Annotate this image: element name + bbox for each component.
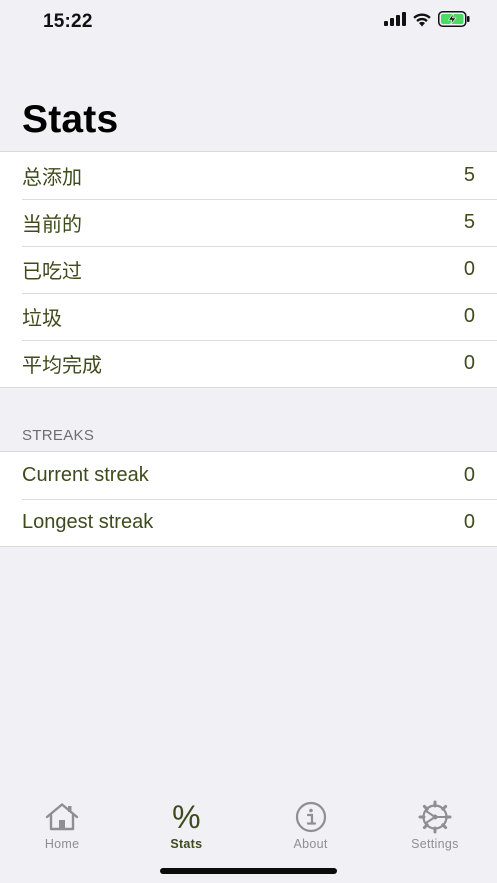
row-value: 0	[463, 352, 475, 374]
row-value: 0	[463, 258, 475, 280]
tab-label: Settings	[411, 837, 459, 851]
tab-label: Home	[44, 837, 80, 851]
battery-charging-icon	[438, 11, 470, 32]
tab-home[interactable]: Home	[0, 790, 124, 883]
row-label: Current streak	[22, 464, 149, 486]
tab-settings[interactable]: Settings	[373, 790, 497, 883]
home-icon	[44, 800, 80, 834]
row-label: 总添加	[22, 167, 82, 189]
streaks-section-header: STREAKS	[22, 427, 95, 444]
row-label: 平均完成	[22, 355, 102, 377]
row-label: 垃圾	[22, 308, 62, 330]
streaks-row-longest: Longest streak 0	[0, 499, 497, 546]
row-value: 5	[463, 164, 475, 186]
row-value: 0	[463, 305, 475, 327]
stats-row-average-completion: 平均完成 0	[0, 340, 497, 387]
row-label: Longest streak	[22, 511, 154, 533]
stats-row-eaten: 已吃过 0	[0, 246, 497, 293]
stats-row-current: 当前的 5	[0, 199, 497, 246]
streaks-list: Current streak 0 Longest streak 0	[0, 451, 497, 547]
gear-icon	[418, 800, 452, 834]
home-indicator[interactable]	[160, 868, 337, 874]
info-icon	[295, 800, 327, 834]
status-icons	[384, 11, 470, 32]
row-value: 0	[463, 511, 475, 533]
streaks-row-current: Current streak 0	[0, 452, 497, 499]
row-label: 当前的	[22, 214, 82, 236]
stats-row-trash: 垃圾 0	[0, 293, 497, 340]
signal-icon	[384, 12, 406, 31]
status-bar: 15:22	[0, 0, 497, 44]
stats-list: 总添加 5 当前的 5 已吃过 0 垃圾 0 平均完成 0	[0, 151, 497, 388]
wifi-icon	[412, 12, 432, 32]
percent-icon: %	[172, 799, 201, 835]
stats-row-total-added: 总添加 5	[0, 152, 497, 199]
status-time: 15:22	[43, 11, 93, 32]
row-label: 已吃过	[22, 261, 82, 283]
row-value: 5	[463, 211, 475, 233]
tab-label: Stats	[170, 837, 203, 851]
page-title: Stats	[22, 98, 119, 141]
tab-label: About	[293, 837, 328, 851]
row-value: 0	[463, 464, 475, 486]
